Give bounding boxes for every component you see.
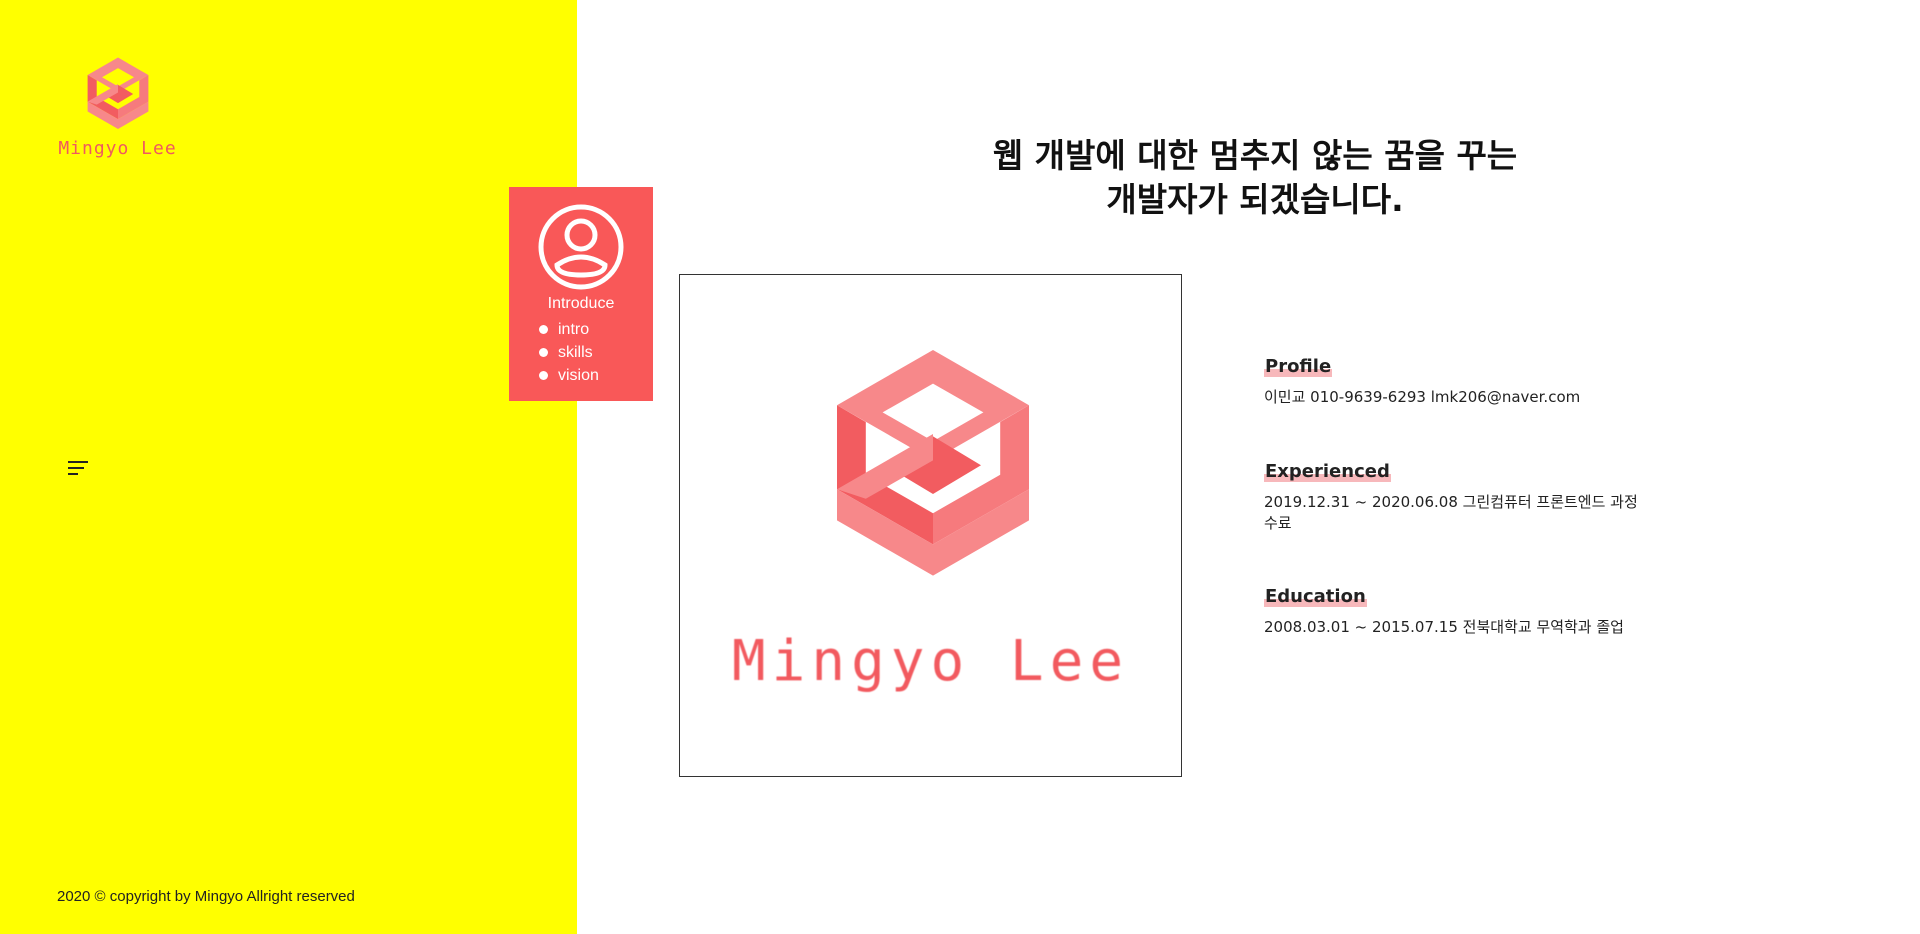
education-title: Education [1264,586,1367,607]
headline-line-1: 웹 개발에 대한 멈추지 않는 꿈을 꾸는 [992,136,1518,175]
sidebar: Mingyo Lee 2020 © copyright by Mingyo Al… [0,0,577,934]
brand[interactable]: Mingyo Lee [50,56,185,159]
page-headline: 웹 개발에 대한 멈추지 않는 꿈을 꾸는 개발자가 되겠습니다. [880,134,1630,222]
menu-title-introduce[interactable]: Introduce [509,295,653,313]
photo-caption: Mingyo Lee [731,629,1130,694]
stacked-chevron-logo-icon [837,350,1029,576]
menu-item-intro[interactable]: intro [539,318,599,341]
brand-name: Mingyo Lee [58,138,177,159]
profile-title: Profile [1264,356,1333,377]
stacked-chevron-logo-icon [87,57,148,129]
hamburger-menu-icon[interactable] [66,458,90,478]
education-section: Education 2008.03.01 ~ 2015.07.15 전북대학교 … [1264,586,1644,638]
menu-list: intro skills vision [539,318,599,387]
profile-photo: Mingyo Lee [679,274,1182,777]
experienced-section: Experienced 2019.12.31 ~ 2020.06.08 그린컴퓨… [1264,461,1644,534]
headline-line-2: 개발자가 되겠습니다. [1106,180,1404,219]
education-text: 2008.03.01 ~ 2015.07.15 전북대학교 무역학과 졸업 [1264,618,1624,636]
experienced-title: Experienced [1264,461,1391,482]
copyright-text: 2020 © copyright by Mingyo Allright rese… [57,888,355,905]
user-circle-icon[interactable] [537,203,625,291]
profile-section: Profile 이민교 010-9639-6293 lmk206@naver.c… [1264,356,1644,408]
experienced-text: 2019.12.31 ~ 2020.06.08 그린컴퓨터 프론트엔드 과정 수… [1264,493,1638,532]
menu-item-vision[interactable]: vision [539,364,599,387]
introduce-menu-card: Introduce intro skills vision [509,187,653,401]
menu-item-skills[interactable]: skills [539,341,599,364]
profile-text: 이민교 010-9639-6293 lmk206@naver.com [1264,388,1581,406]
